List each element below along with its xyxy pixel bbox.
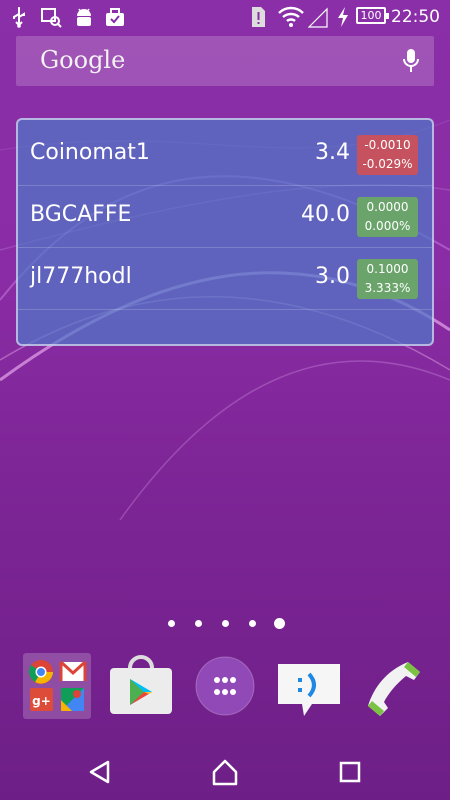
navigation-bar [0,740,450,800]
chrome-icon [29,660,53,684]
maps-icon [61,688,84,711]
usb-icon [13,7,25,28]
home-screen: 100 22:50 Google Coinomat1 3.4 -0.0010 -… [0,0,450,800]
google-plus-icon: g+ [30,688,53,711]
play-store-icon[interactable] [106,650,176,720]
ticker-price: 3.4 [315,140,350,165]
android-debug-icon [77,8,91,26]
page-dot[interactable] [168,620,175,627]
charging-bolt-icon [338,7,348,27]
screenshot-icon [41,8,62,28]
app-drawer-icon[interactable] [190,650,260,720]
messaging-icon[interactable] [274,650,344,720]
back-icon[interactable] [86,758,114,786]
change-value: 0.1000 [366,262,409,276]
ticker-row[interactable]: BGCAFFE 40.0 0.0000 0.000% [18,185,432,248]
ticker-price: 3.0 [315,264,350,289]
status-clock: 22:50 [391,7,440,27]
change-value: -0.0010 [364,138,411,152]
change-value: 0.0000 [366,200,409,214]
mic-icon[interactable] [402,48,420,74]
ticker-widget[interactable]: Coinomat1 3.4 -0.0010 -0.029% BGCAFFE 40… [16,118,434,346]
ticker-row[interactable]: Coinomat1 3.4 -0.0010 -0.029% [18,123,432,186]
change-badge: 0.0000 0.000% [357,197,418,237]
sim-alert-icon [252,7,265,27]
battery-icon: 100 [356,7,389,24]
home-icon[interactable] [211,758,239,786]
change-percent: 0.000% [364,219,411,233]
google-search-bar[interactable]: Google [16,36,434,86]
google-apps-folder[interactable]: g+ [22,650,92,720]
briefcase-icon [106,8,124,26]
svg-text:g+: g+ [32,694,51,708]
app-dock: g+ [0,650,450,726]
change-percent: -0.029% [362,157,413,171]
page-indicator [0,615,450,631]
status-bar: 100 22:50 [0,0,450,34]
change-percent: 3.333% [364,281,411,295]
change-badge: 0.1000 3.333% [357,259,418,299]
page-dot[interactable] [222,620,229,627]
ticker-name: Coinomat1 [30,140,150,165]
google-logo: Google [40,46,126,74]
page-dot[interactable] [249,620,256,627]
recents-icon[interactable] [336,758,364,786]
ticker-price: 40.0 [301,202,350,227]
page-dot[interactable] [195,620,202,627]
page-dot-active[interactable] [274,618,285,629]
ticker-row[interactable]: jl777hodl 3.0 0.1000 3.333% [18,247,432,310]
ticker-name: BGCAFFE [30,202,132,227]
cell-signal-icon [308,7,328,28]
change-badge: -0.0010 -0.029% [357,135,418,175]
ticker-name: jl777hodl [30,264,132,289]
gmail-icon [59,660,87,681]
phone-icon[interactable] [358,650,428,720]
wifi-icon [278,6,304,27]
